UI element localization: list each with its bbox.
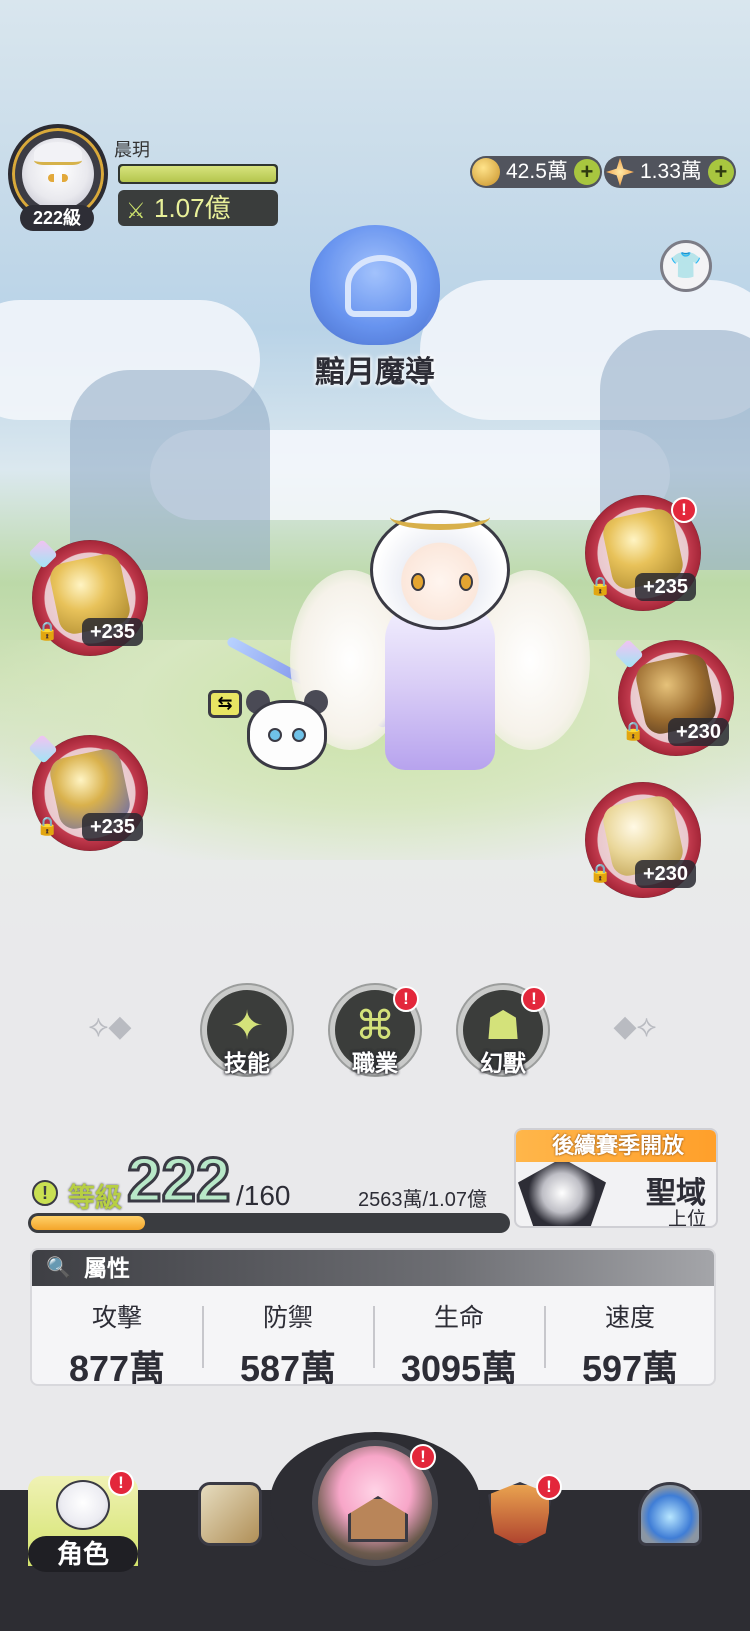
ornament-right-icon: ◆⟡ xyxy=(613,1010,657,1043)
add-crystal-button[interactable]: + xyxy=(707,159,734,185)
attr-attack: 攻擊 877萬 xyxy=(32,1292,202,1384)
equip-slot-armor[interactable]: 🔒 +230 xyxy=(614,639,734,756)
attr-speed-label: 速度 xyxy=(604,1304,655,1332)
skill-orbit-icon: ✦ xyxy=(230,1004,264,1048)
crystal-star-icon xyxy=(606,158,634,186)
attributes-panel: 🔍 屬性 攻擊 877萬 防禦 587萬 生命 3095萬 速度 597萬 xyxy=(30,1248,716,1386)
nav-guild-tab[interactable]: ! xyxy=(480,1474,562,1558)
search-icon: 🔍 xyxy=(46,1257,71,1279)
attr-defense: 防禦 587萬 xyxy=(203,1292,373,1384)
combat-power-value: 1.07億 xyxy=(154,193,231,223)
ornament-left-icon: ⟡◆ xyxy=(88,1010,132,1043)
combat-power: ⚔ 1.07億 xyxy=(118,190,278,226)
skills-button[interactable]: ✦ 技能 xyxy=(202,985,292,1076)
attr-speed-value: 597萬 xyxy=(581,1348,679,1386)
class-name: 黯月魔導 xyxy=(315,356,435,389)
attr-attack-value: 877萬 xyxy=(68,1348,166,1386)
lock-icon: 🔒 xyxy=(622,721,645,741)
shirt-icon: 👕 xyxy=(669,250,703,280)
lock-icon: 🔒 xyxy=(589,576,612,596)
attributes-title: 屬性 xyxy=(84,1255,130,1281)
portal-gate-icon xyxy=(638,1482,702,1546)
character-sprite[interactable] xyxy=(290,510,590,810)
book-enhance-level: +235 xyxy=(82,813,144,841)
exp-text: 2563萬/1.07億 xyxy=(358,1189,487,1211)
tree-house-icon xyxy=(348,1496,408,1542)
pet-sprite[interactable] xyxy=(242,690,332,785)
boots-enhance-level: +230 xyxy=(635,860,697,888)
helmet-enhance-level: +235 xyxy=(635,573,697,601)
home-alert-badge: ! xyxy=(410,1444,436,1470)
currency-gold: 42.5萬 + xyxy=(470,156,602,188)
class-label: 職業 xyxy=(352,1050,398,1076)
level-label: 等級 xyxy=(68,1183,122,1213)
equip-slot-book[interactable]: 🔒 +235 xyxy=(28,734,148,851)
lock-icon: 🔒 xyxy=(36,816,59,836)
crystal-value: 1.33萬 xyxy=(640,160,702,183)
beast-alert-badge: ! xyxy=(521,986,547,1012)
class-alert-badge: ! xyxy=(393,986,419,1012)
class-button[interactable]: ⌘ 職業 ! xyxy=(330,985,420,1076)
beast-face-icon: ☗ xyxy=(485,1004,521,1048)
nav-codex-tab[interactable] xyxy=(190,1478,270,1558)
gold-coin-icon xyxy=(472,158,500,186)
exp-bar-fill xyxy=(31,1216,146,1230)
crossed-swords-icon: ⚔ xyxy=(126,198,146,223)
beast-label: 幻獸 xyxy=(480,1050,526,1076)
swap-pet-button[interactable]: ⇆ xyxy=(208,690,242,718)
role-alert-badge: ! xyxy=(108,1470,134,1496)
equip-slot-helmet[interactable]: 🔒 +235 ! xyxy=(585,495,701,611)
guild-alert-badge: ! xyxy=(536,1474,562,1500)
level-info-icon[interactable]: ! xyxy=(32,1180,58,1206)
player-name: 晨玥 xyxy=(114,140,150,160)
exp-bar xyxy=(28,1213,510,1233)
equip-slot-boots[interactable]: 🔒 +230 xyxy=(585,782,701,898)
gold-value: 42.5萬 xyxy=(506,160,568,183)
avatar-portrait xyxy=(22,138,94,210)
lock-icon: 🔒 xyxy=(36,621,59,641)
outfit-button[interactable]: 👕 xyxy=(660,240,712,292)
level-max: /160 xyxy=(236,1180,291,1211)
attributes-header[interactable]: 🔍 屬性 xyxy=(32,1250,714,1286)
helmet-alert-badge: ! xyxy=(671,497,697,523)
swap-icon: ⇆ xyxy=(217,693,233,713)
attr-attack-label: 攻擊 xyxy=(91,1304,142,1332)
nav-home-button[interactable]: ! xyxy=(312,1440,438,1566)
level-value: 222 xyxy=(125,1146,231,1215)
sanctuary-emblem-icon xyxy=(518,1158,606,1226)
class-emblem[interactable]: 黯月魔導 xyxy=(280,225,470,389)
attr-speed: 速度 597萬 xyxy=(545,1292,714,1384)
attr-defense-label: 防禦 xyxy=(262,1304,313,1332)
moon-mage-emblem-icon xyxy=(310,225,440,345)
attr-defense-value: 587萬 xyxy=(239,1348,337,1386)
skills-label: 技能 xyxy=(224,1050,270,1076)
attr-hp-label: 生命 xyxy=(433,1304,484,1332)
open-book-icon xyxy=(198,1482,262,1546)
lock-icon: 🔒 xyxy=(589,863,612,883)
attr-hp: 生命 3095萬 xyxy=(374,1292,544,1384)
season-card[interactable]: 後續賽季開放 聖域 上位 xyxy=(514,1128,718,1228)
player-hp-bar xyxy=(118,164,278,184)
beast-button[interactable]: ☗ 幻獸 ! xyxy=(458,985,548,1076)
attr-hp-value: 3095萬 xyxy=(400,1348,518,1386)
player-level-badge: 222級 xyxy=(20,205,94,231)
nav-role-label[interactable]: 角色 xyxy=(28,1536,138,1572)
character-portrait-icon xyxy=(56,1480,110,1530)
season-banner: 後續賽季開放 xyxy=(516,1130,716,1162)
class-rune-icon: ⌘ xyxy=(355,1004,395,1048)
weapon-enhance-level: +235 xyxy=(82,618,144,646)
currency-crystal: 1.33萬 + xyxy=(604,156,736,188)
equip-slot-weapon[interactable]: 🔒 +235 xyxy=(28,539,148,656)
add-gold-button[interactable]: + xyxy=(573,159,600,185)
armor-enhance-level: +230 xyxy=(668,718,730,746)
nav-portal-tab[interactable] xyxy=(630,1478,710,1558)
season-rank: 上位 xyxy=(667,1209,706,1228)
